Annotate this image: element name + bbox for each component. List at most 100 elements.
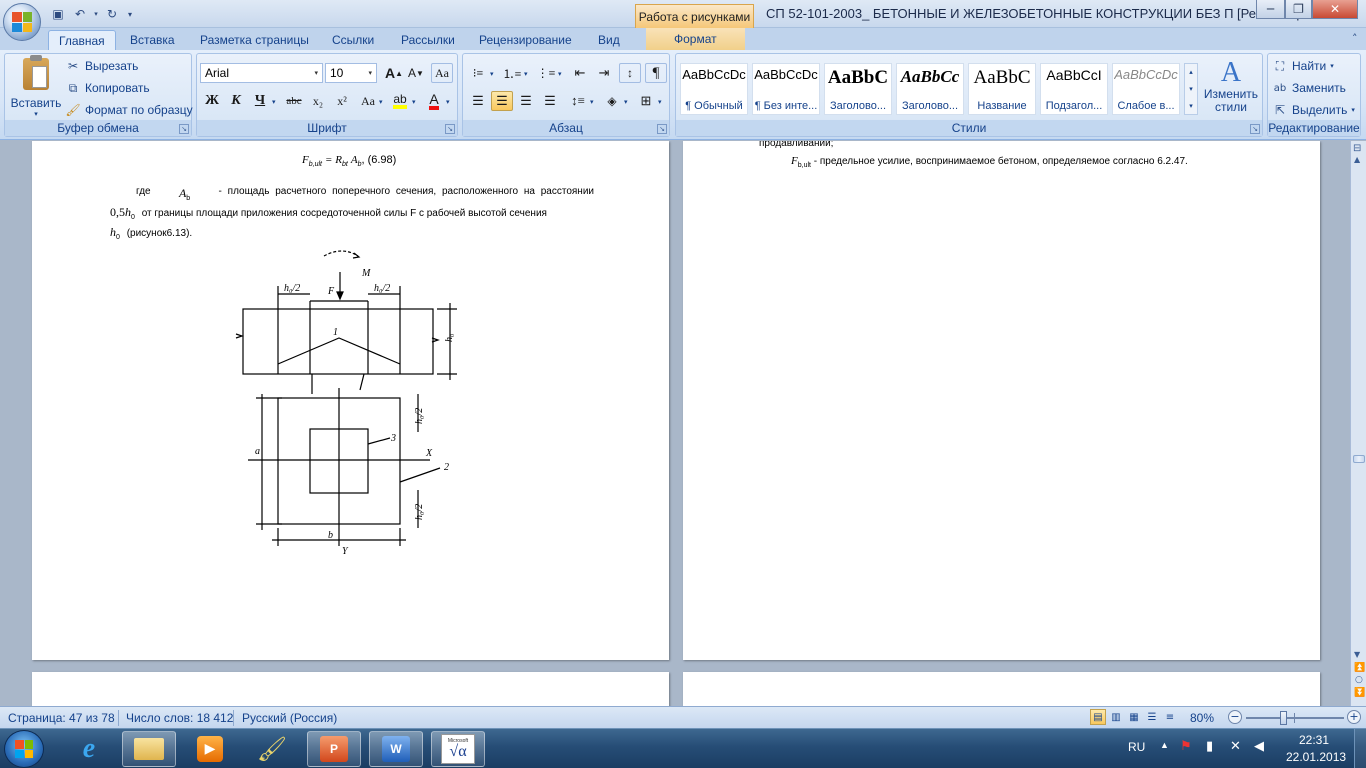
decrease-indent-icon[interactable]: ⇤ [569,63,591,83]
tray-action-center-icon[interactable]: ⚑ [1180,738,1192,754]
copy-button[interactable]: ⧉ Копировать [65,78,150,98]
zoom-level[interactable]: 80% [1190,711,1214,725]
font-launcher-icon[interactable]: ↘ [445,124,455,134]
tab-references[interactable]: Ссылки [332,30,374,50]
paste-button[interactable]: Вставить ▾ [9,55,63,120]
taskbar-mathtype[interactable]: Microsoft √α [431,731,485,767]
next-page-icon[interactable]: ⏬ [1354,688,1365,698]
close-icon[interactable]: ✕ [1312,0,1358,19]
qat-customize-icon[interactable]: ▾ [124,5,136,23]
shrink-font-icon[interactable]: A ▼ [405,63,427,83]
styles-launcher-icon[interactable]: ↘ [1250,124,1260,134]
strikethrough-button[interactable]: abc [283,91,305,111]
change-case-button[interactable]: Aa [357,91,379,111]
start-button[interactable] [4,730,44,768]
scroll-up-icon[interactable]: ▲ [1354,155,1360,164]
zoom-out-icon[interactable]: − [1228,710,1242,724]
increase-indent-icon[interactable]: ⇥ [593,63,615,83]
highlight-icon[interactable]: ab [389,91,411,111]
shading-icon[interactable]: ◈ [601,91,623,111]
full-screen-reading-icon[interactable]: ▥ [1108,709,1124,725]
draft-icon[interactable]: ≡ [1162,709,1178,725]
borders-icon[interactable]: ⊞ [635,91,657,111]
vertical-scrollbar[interactable]: ⊟ ▲ ▼ ⏫ ○ ⏬ [1350,141,1366,706]
battery-icon[interactable]: ▮ [1206,738,1213,754]
align-right-icon[interactable]: ☰ [515,91,537,111]
numbering-dropdown-icon[interactable]: ▾ [524,70,528,78]
undo-dropdown-icon[interactable]: ▾ [92,5,100,23]
page-left[interactable]: Fb,ult = Rbt Ab, (6.98) где Ab - площадь… [32,141,669,660]
underline-button[interactable]: Ч [249,91,271,111]
scroll-thumb[interactable] [1353,455,1365,463]
taskbar-explorer[interactable] [122,731,176,767]
line-spacing-icon[interactable]: ↕≡ [567,91,589,111]
sort-icon[interactable]: ↕ [619,63,641,83]
clock-time[interactable]: 22:31 [1299,733,1329,747]
chevron-up-icon[interactable]: ▴ [1185,64,1197,81]
find-button[interactable]: ⛶ Найти ▾ [1272,56,1334,76]
clock-date[interactable]: 22.01.2013 [1286,750,1346,764]
bullets-dropdown-icon[interactable]: ▾ [490,70,494,78]
ribbon-minimize-icon[interactable]: ˄ [1352,32,1358,45]
justify-icon[interactable]: ☰ [539,91,561,111]
font-name-select[interactable]: Arial ▾ [200,63,323,83]
maximize-icon[interactable]: ❐ [1285,0,1312,19]
figure-drawing[interactable]: M F h₀/2 h₀/2 h₀ 1 3 2 X Y a b h₀/2 h₀/2 [232,246,472,556]
ruler-toggle-icon[interactable]: ⊟ [1353,143,1361,154]
underline-dropdown-icon[interactable]: ▾ [272,98,276,106]
multilevel-list-icon[interactable]: ⋮≡ [535,63,557,83]
subscript-button[interactable]: x₂ [307,91,329,111]
tab-view[interactable]: Вид [598,30,620,50]
clear-format-icon[interactable]: Aa [431,63,453,83]
style-no-spacing[interactable]: AaBbCcDc ¶ Без инте... [752,63,820,115]
bold-button[interactable]: Ж [201,91,223,111]
volume-icon[interactable]: ◀ [1254,738,1264,754]
numbering-icon[interactable]: ⒈≡ [501,63,523,83]
taskbar-powerpoint[interactable]: P [307,731,361,767]
minimize-icon[interactable]: ─ [1256,0,1285,19]
scroll-down-icon[interactable]: ▼ [1354,650,1360,659]
tab-page-layout[interactable]: Разметка страницы [200,30,309,50]
network-icon[interactable]: ✕ [1230,738,1241,754]
tab-mailings[interactable]: Рассылки [401,30,455,50]
show-marks-icon[interactable]: ¶ [645,63,667,83]
replace-button[interactable]: ab Заменить [1272,78,1346,98]
grow-font-icon[interactable]: A ▲ [383,63,405,83]
language[interactable]: Русский (Россия) [242,711,337,725]
page-count[interactable]: Страница: 47 из 78 [8,711,115,725]
style-subtitle[interactable]: AaBbCcI Подзагол... [1040,63,1108,115]
font-color-dropdown-icon[interactable]: ▾ [446,98,450,106]
zoom-in-icon[interactable]: + [1347,710,1361,724]
highlight-dropdown-icon[interactable]: ▾ [412,98,416,106]
line-spacing-dropdown-icon[interactable]: ▾ [590,98,594,106]
shading-dropdown-icon[interactable]: ▾ [624,98,628,106]
taskbar-ie[interactable]: e [62,731,116,767]
superscript-button[interactable]: x² [331,91,353,111]
language-indicator[interactable]: RU [1128,740,1145,754]
page-left-next[interactable] [32,672,669,706]
cut-button[interactable]: ✂ Вырезать [65,56,138,76]
clipboard-launcher-icon[interactable]: ↘ [179,124,189,134]
align-left-icon[interactable]: ☰ [467,91,489,111]
show-desktop-button[interactable] [1354,729,1366,768]
taskbar-word[interactable]: W [369,731,423,767]
outline-icon[interactable]: ☰ [1144,709,1160,725]
select-button[interactable]: ⇱ Выделить ▾ [1272,100,1355,120]
multilevel-dropdown-icon[interactable]: ▾ [558,70,562,78]
page-right-next[interactable] [683,672,1320,706]
web-layout-icon[interactable]: ▦ [1126,709,1142,725]
style-heading-1[interactable]: AaBbC Заголово... [824,63,892,115]
paragraph-launcher-icon[interactable]: ↘ [657,124,667,134]
borders-dropdown-icon[interactable]: ▾ [658,98,662,106]
office-button[interactable] [3,3,41,41]
font-color-icon[interactable]: A [423,91,445,111]
taskbar-paint[interactable]: 🖌 [245,731,299,767]
undo-icon[interactable]: ↶ [70,5,90,23]
word-count[interactable]: Число слов: 18 412 [126,711,233,725]
redo-icon[interactable]: ↻ [102,5,122,23]
tray-expand-icon[interactable]: ▲ [1160,740,1169,750]
tab-review[interactable]: Рецензирование [479,30,572,50]
style-title[interactable]: AaBbC Название [968,63,1036,115]
page-right[interactable]: продавливании; Fb,ult - предельное усили… [683,141,1320,660]
change-styles-button[interactable]: A Изменить стили [1202,58,1260,120]
